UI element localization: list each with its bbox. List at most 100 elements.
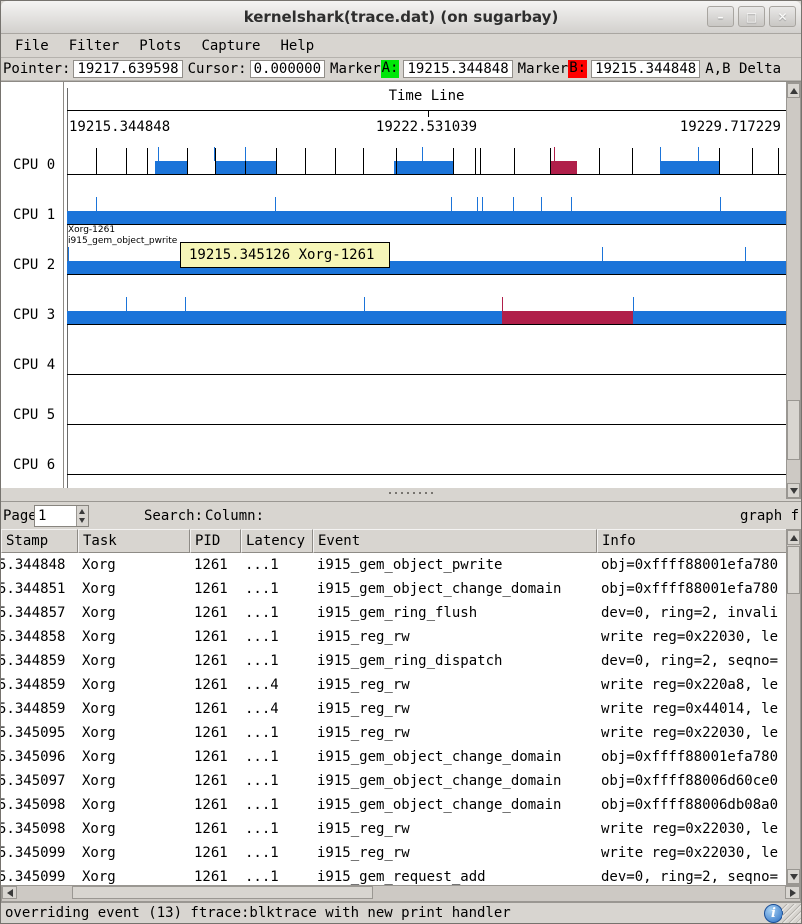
table-row[interactable]: 5.345099Xorg1261...1i915_reg_rwwrite reg… bbox=[1, 841, 787, 865]
cpu-3-event-tick[interactable] bbox=[126, 297, 127, 311]
cpu-0-event-tick[interactable] bbox=[335, 148, 336, 174]
minimize-button[interactable]: – bbox=[707, 6, 734, 27]
cpu-3-task-bar[interactable] bbox=[502, 311, 633, 324]
cpu-3-event-tick[interactable] bbox=[185, 297, 186, 311]
table-vscroll-thumb[interactable] bbox=[787, 546, 800, 594]
cpu-3-event-tick[interactable] bbox=[502, 297, 503, 311]
cpu-0-event-tick[interactable] bbox=[305, 148, 306, 174]
cpu-0-event-tick[interactable] bbox=[719, 148, 720, 174]
cpu-0-event-tick[interactable] bbox=[158, 147, 159, 161]
page-spinner-buttons[interactable] bbox=[76, 506, 88, 526]
table-row[interactable]: 5.344859Xorg1261...1i915_gem_ring_dispat… bbox=[1, 649, 787, 673]
table-row[interactable]: 5.344859Xorg1261...4i915_reg_rwwrite reg… bbox=[1, 697, 787, 721]
cpu-1-event-tick[interactable] bbox=[451, 197, 452, 211]
cpu-0-event-tick[interactable] bbox=[554, 147, 555, 161]
cpu-3-task-bar[interactable] bbox=[67, 311, 786, 324]
graph-vscroll-thumb[interactable] bbox=[787, 400, 800, 460]
graph-vscrollbar[interactable] bbox=[786, 82, 801, 499]
cpu-1-event-tick[interactable] bbox=[482, 197, 483, 211]
cpu-0-event-tick[interactable] bbox=[475, 148, 476, 174]
cpu-0-event-tick[interactable] bbox=[215, 148, 216, 174]
marker-b-chip[interactable]: B: bbox=[568, 60, 587, 78]
column-header-event[interactable]: Event bbox=[313, 529, 597, 553]
cpu-1-event-tick[interactable] bbox=[477, 197, 478, 211]
pane-splitter[interactable] bbox=[1, 488, 801, 501]
column-header-latency[interactable]: Latency bbox=[241, 529, 313, 553]
cpu-1-event-tick[interactable] bbox=[96, 197, 97, 211]
menu-item-plots[interactable]: Plots bbox=[137, 36, 183, 56]
cpu-2-event-tick[interactable] bbox=[745, 247, 746, 261]
cpu-0-task-bar[interactable] bbox=[155, 161, 187, 174]
cpu-0-event-tick[interactable] bbox=[214, 147, 215, 161]
table-row[interactable]: 5.345096Xorg1261...1i915_gem_object_chan… bbox=[1, 745, 787, 769]
menu-item-filter[interactable]: Filter bbox=[67, 36, 122, 56]
timeline-pane[interactable]: Time Line 19215.344848 19222.531039 1922… bbox=[1, 81, 801, 488]
cpu-0-event-tick[interactable] bbox=[126, 148, 127, 174]
table-scroll-up-button[interactable] bbox=[787, 530, 800, 545]
graph-scroll-up-button[interactable] bbox=[787, 83, 800, 98]
cpu-0-event-tick[interactable] bbox=[96, 148, 97, 174]
marker-a-chip[interactable]: A: bbox=[381, 60, 400, 78]
menu-item-file[interactable]: File bbox=[13, 36, 51, 56]
cpu-0-event-tick[interactable] bbox=[514, 148, 515, 174]
info-icon[interactable]: i bbox=[764, 904, 783, 923]
table-scroll-right-button[interactable] bbox=[785, 886, 800, 899]
cpu-0-event-tick[interactable] bbox=[778, 148, 779, 174]
cpu-0-event-tick[interactable] bbox=[480, 148, 481, 174]
cpu-0-event-tick[interactable] bbox=[453, 148, 454, 174]
page-spinner[interactable]: 1 bbox=[34, 505, 89, 527]
cpu-0-event-tick[interactable] bbox=[698, 147, 699, 161]
table-row[interactable]: 5.345099Xorg1261...1i915_gem_request_add… bbox=[1, 865, 787, 885]
menu-item-capture[interactable]: Capture bbox=[199, 36, 262, 56]
cpu-0-event-tick[interactable] bbox=[363, 148, 364, 174]
menu-item-help[interactable]: Help bbox=[278, 36, 316, 56]
close-button[interactable]: ✕ bbox=[769, 6, 796, 27]
cpu-0-event-tick[interactable] bbox=[245, 147, 246, 161]
maximize-button[interactable]: □ bbox=[738, 6, 765, 27]
cpu-2-task-bar[interactable] bbox=[67, 261, 786, 274]
table-row[interactable]: 5.344857Xorg1261...1i915_gem_ring_flushd… bbox=[1, 601, 787, 625]
cpu-0-event-tick[interactable] bbox=[187, 148, 188, 174]
cpu-0-event-tick[interactable] bbox=[550, 148, 551, 174]
cpu-0-task-bar[interactable] bbox=[394, 161, 453, 174]
cpu-3-event-tick[interactable] bbox=[633, 297, 634, 311]
cpu-1-event-tick[interactable] bbox=[513, 197, 514, 211]
cpu-0-event-tick[interactable] bbox=[752, 148, 753, 174]
table-row[interactable]: 5.344848Xorg1261...1i915_gem_object_pwri… bbox=[1, 553, 787, 577]
column-header-info[interactable]: Info bbox=[597, 529, 787, 553]
column-header-pid[interactable]: PID bbox=[190, 529, 241, 553]
cpu-2-event-tick[interactable] bbox=[68, 247, 69, 261]
table-vscrollbar[interactable] bbox=[786, 529, 801, 885]
column-header-stamp[interactable]: Stamp bbox=[1, 529, 78, 553]
table-row[interactable]: 5.345095Xorg1261...1i915_reg_rwwrite reg… bbox=[1, 721, 787, 745]
table-scroll-left-button[interactable] bbox=[2, 886, 17, 899]
graph-scroll-down-button[interactable] bbox=[787, 483, 800, 498]
cpu-0-event-tick[interactable] bbox=[632, 148, 633, 174]
resize-grip[interactable] bbox=[782, 904, 801, 923]
cpu-0-event-tick[interactable] bbox=[147, 148, 148, 174]
table-scroll-down-button[interactable] bbox=[787, 869, 800, 884]
table-row[interactable]: 5.344851Xorg1261...1i915_gem_object_chan… bbox=[1, 577, 787, 601]
cpu-1-event-tick[interactable] bbox=[275, 197, 276, 211]
table-row[interactable]: 5.345098Xorg1261...1i915_gem_object_chan… bbox=[1, 793, 787, 817]
table-row[interactable]: 5.344859Xorg1261...4i915_reg_rwwrite reg… bbox=[1, 673, 787, 697]
cpu-0-event-tick[interactable] bbox=[396, 148, 397, 174]
table-row[interactable]: 5.345098Xorg1261...1i915_reg_rwwrite reg… bbox=[1, 817, 787, 841]
cpu-0-task-bar[interactable] bbox=[550, 161, 577, 174]
cpu-2-event-tick[interactable] bbox=[602, 247, 603, 261]
table-row[interactable]: 5.344858Xorg1261...1i915_reg_rwwrite reg… bbox=[1, 625, 787, 649]
cpu-3-event-tick[interactable] bbox=[364, 297, 365, 311]
table-hscroll-thumb[interactable] bbox=[72, 886, 373, 899]
cpu-1-event-tick[interactable] bbox=[571, 197, 572, 211]
cpu-1-task-bar[interactable] bbox=[67, 211, 786, 224]
cpu-0-event-tick[interactable] bbox=[599, 148, 600, 174]
table-row[interactable]: 5.345097Xorg1261...1i915_gem_object_chan… bbox=[1, 769, 787, 793]
table-hscrollbar[interactable] bbox=[1, 885, 801, 902]
cpu-0-event-tick[interactable] bbox=[276, 148, 277, 174]
cpu-0-event-tick[interactable] bbox=[660, 147, 661, 161]
cpu-1-event-tick[interactable] bbox=[541, 197, 542, 211]
cpu-0-task-bar[interactable] bbox=[660, 161, 719, 174]
cpu-0-event-tick[interactable] bbox=[422, 147, 423, 161]
column-header-task[interactable]: Task bbox=[78, 529, 190, 553]
titlebar[interactable]: kernelshark(trace.dat) (on sugarbay) – □… bbox=[1, 1, 801, 34]
